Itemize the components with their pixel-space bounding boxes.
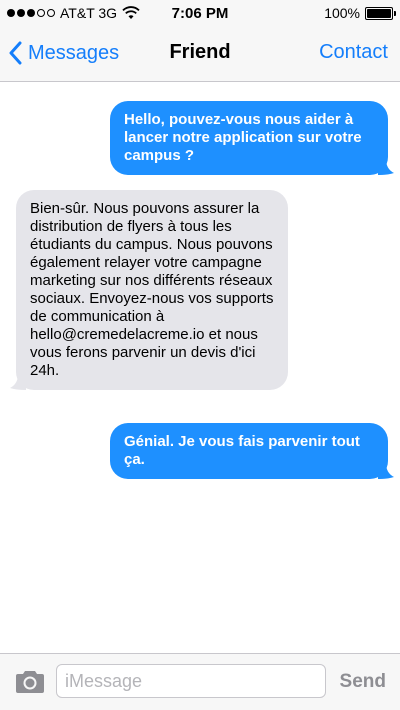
- message-text: Génial. Je vous fais parvenir tout ça.: [124, 433, 360, 468]
- contact-button[interactable]: Contact: [319, 41, 388, 64]
- message-thread: Hello, pouvez-vous nous aider à lancer n…: [0, 83, 400, 653]
- chevron-left-icon: [9, 41, 22, 65]
- back-button-label: Messages: [28, 41, 120, 64]
- bubble-tail-icon: [10, 374, 26, 390]
- message-text: Hello, pouvez-vous nous aider à lancer n…: [124, 111, 362, 164]
- bubble-tail-icon: [378, 159, 394, 175]
- received-message-bubble: Bien-sûr. Nous pouvons assurer la distri…: [10, 190, 288, 390]
- sent-message-bubble: Hello, pouvez-vous nous aider à lancer n…: [110, 101, 394, 175]
- status-right: 100%: [324, 5, 396, 21]
- camera-icon[interactable]: [14, 670, 46, 694]
- nav-bar: Messages Friend Contact: [0, 28, 400, 82]
- status-bar: AT&T 3G 7:06 PM 100%: [0, 0, 400, 28]
- back-button[interactable]: Messages: [8, 41, 119, 65]
- message-text: Bien-sûr. Nous pouvons assurer la distri…: [30, 200, 274, 379]
- imessage-input[interactable]: [56, 664, 326, 698]
- send-button[interactable]: Send: [340, 671, 386, 693]
- bubble-tail-icon: [378, 463, 394, 479]
- sent-message-bubble: Génial. Je vous fais parvenir tout ça.: [110, 423, 394, 479]
- battery-percent: 100%: [324, 5, 360, 21]
- battery-icon: [365, 6, 396, 20]
- message-input-bar: Send: [0, 653, 400, 710]
